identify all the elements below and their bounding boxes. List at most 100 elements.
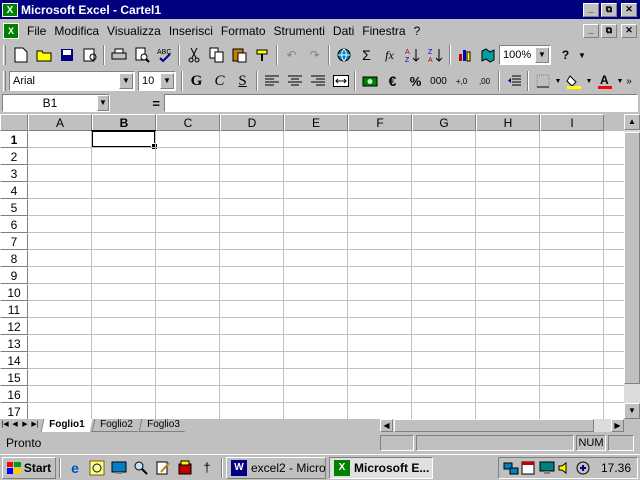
menu-modifica[interactable]: Modifica bbox=[50, 24, 103, 38]
edit-formula-button[interactable]: = bbox=[110, 96, 164, 111]
spellcheck-icon[interactable]: ABC bbox=[153, 44, 176, 66]
first-sheet-icon[interactable]: |◀ bbox=[0, 420, 10, 432]
cell-area[interactable] bbox=[28, 130, 624, 419]
chevron-down-icon[interactable]: ▼ bbox=[119, 73, 133, 89]
row-header[interactable]: 6 bbox=[0, 216, 28, 233]
paste-icon[interactable] bbox=[228, 44, 251, 66]
column-header[interactable]: B bbox=[92, 114, 156, 131]
menu-formato[interactable]: Formato bbox=[217, 24, 270, 38]
row-header[interactable]: 13 bbox=[0, 335, 28, 352]
scroll-left-icon[interactable]: ◀ bbox=[380, 419, 393, 432]
row-header[interactable]: 3 bbox=[0, 165, 28, 182]
tab-foglio2[interactable]: Foglio2 bbox=[91, 419, 140, 432]
row-header[interactable]: 8 bbox=[0, 250, 28, 267]
font-combo[interactable]: Arial ▼ bbox=[9, 71, 135, 91]
autosum-icon[interactable]: Σ bbox=[355, 44, 378, 66]
column-header[interactable]: F bbox=[348, 114, 412, 131]
decrease-decimal-icon[interactable]: ,00 bbox=[473, 70, 496, 92]
chevron-down-icon[interactable]: ▼ bbox=[585, 70, 593, 92]
column-header[interactable]: A bbox=[28, 114, 92, 131]
doc-close-button[interactable]: ✕ bbox=[621, 23, 637, 38]
row-header[interactable]: 11 bbox=[0, 301, 28, 318]
row-header[interactable]: 15 bbox=[0, 369, 28, 386]
row-header[interactable]: 4 bbox=[0, 182, 28, 199]
column-header[interactable]: H bbox=[476, 114, 540, 131]
zoom-combo[interactable]: 100% ▼ bbox=[499, 45, 551, 65]
toolbar-grip[interactable] bbox=[3, 45, 6, 65]
align-right-icon[interactable] bbox=[306, 70, 329, 92]
sort-asc-icon[interactable]: AZ bbox=[401, 44, 424, 66]
open-icon[interactable] bbox=[32, 44, 55, 66]
pen-icon[interactable]: † bbox=[196, 457, 218, 479]
scroll-up-icon[interactable]: ▲ bbox=[624, 114, 640, 130]
decrease-indent-icon[interactable] bbox=[502, 70, 525, 92]
restore-button[interactable]: ⧉ bbox=[601, 2, 617, 17]
redo-icon[interactable]: ↷ bbox=[303, 44, 326, 66]
row-header[interactable]: 7 bbox=[0, 233, 28, 250]
preview-icon[interactable] bbox=[130, 44, 153, 66]
scroll-right-icon[interactable]: ▶ bbox=[611, 419, 624, 432]
chevron-down-icon[interactable]: ▼ bbox=[97, 95, 109, 111]
media-icon[interactable] bbox=[174, 457, 196, 479]
format-painter-icon[interactable] bbox=[251, 44, 274, 66]
euro-icon[interactable]: € bbox=[381, 70, 404, 92]
row-header[interactable]: 9 bbox=[0, 267, 28, 284]
column-header[interactable]: E bbox=[284, 114, 348, 131]
menu-visualizza[interactable]: Visualizza bbox=[103, 24, 165, 38]
currency-icon[interactable] bbox=[358, 70, 381, 92]
active-cell[interactable] bbox=[91, 130, 158, 150]
row-header[interactable]: 1 bbox=[0, 131, 28, 148]
toolbar-more-icon[interactable]: ▼ bbox=[577, 44, 587, 66]
fill-color-icon[interactable] bbox=[562, 70, 585, 92]
cut-icon[interactable] bbox=[182, 44, 205, 66]
align-left-icon[interactable] bbox=[260, 70, 283, 92]
column-header[interactable]: G bbox=[412, 114, 476, 131]
menu-strumenti[interactable]: Strumenti bbox=[270, 24, 329, 38]
start-button[interactable]: Start bbox=[2, 456, 56, 479]
chevron-down-icon[interactable]: ▼ bbox=[554, 70, 562, 92]
desktop-icon[interactable] bbox=[108, 457, 130, 479]
row-header[interactable]: 2 bbox=[0, 148, 28, 165]
taskbar-item-word[interactable]: W excel2 - Micro... bbox=[226, 456, 326, 479]
last-sheet-icon[interactable]: ▶| bbox=[30, 420, 40, 432]
column-header[interactable]: I bbox=[540, 114, 604, 131]
task-scheduler-icon[interactable] bbox=[521, 460, 537, 476]
row-header[interactable]: 12 bbox=[0, 318, 28, 335]
formula-input[interactable] bbox=[164, 94, 638, 112]
menu-inserisci[interactable]: Inserisci bbox=[165, 24, 217, 38]
row-header[interactable]: 16 bbox=[0, 386, 28, 403]
volume-icon[interactable] bbox=[557, 460, 573, 476]
scroll-down-icon[interactable]: ▼ bbox=[624, 403, 640, 419]
minimize-button[interactable]: _ bbox=[583, 2, 599, 17]
row-header[interactable]: 14 bbox=[0, 352, 28, 369]
undo-icon[interactable]: ↶ bbox=[280, 44, 303, 66]
menu-dati[interactable]: Dati bbox=[329, 24, 358, 38]
doc-restore-button[interactable]: ⧉ bbox=[601, 23, 617, 38]
font-color-icon[interactable]: A bbox=[593, 70, 616, 92]
prev-sheet-icon[interactable]: ◀ bbox=[10, 420, 20, 432]
chevron-down-icon[interactable]: ▼ bbox=[160, 73, 174, 89]
vertical-scrollbar[interactable]: ▲ ▼ bbox=[624, 114, 640, 419]
italic-button[interactable]: C bbox=[208, 70, 231, 92]
row-header[interactable]: 5 bbox=[0, 199, 28, 216]
horizontal-scroll-thumb[interactable] bbox=[394, 419, 594, 432]
print-preview-icon[interactable] bbox=[78, 44, 101, 66]
map-icon[interactable] bbox=[476, 44, 499, 66]
outlook-icon[interactable] bbox=[86, 457, 108, 479]
chevron-down-icon[interactable]: ▼ bbox=[535, 47, 549, 63]
select-all-corner[interactable] bbox=[0, 114, 28, 131]
new-icon[interactable] bbox=[9, 44, 32, 66]
row-header[interactable]: 10 bbox=[0, 284, 28, 301]
thousands-icon[interactable]: 000 bbox=[427, 70, 450, 92]
excel-app-icon[interactable]: X bbox=[2, 2, 18, 17]
menu-help[interactable]: ? bbox=[410, 24, 425, 38]
column-header[interactable]: C bbox=[156, 114, 220, 131]
column-header[interactable]: D bbox=[220, 114, 284, 131]
borders-icon[interactable] bbox=[531, 70, 554, 92]
notepad-icon[interactable] bbox=[152, 457, 174, 479]
save-icon[interactable] bbox=[55, 44, 78, 66]
doc-minimize-button[interactable]: _ bbox=[583, 23, 599, 38]
copy-icon[interactable] bbox=[205, 44, 228, 66]
chevron-down-icon[interactable]: ▼ bbox=[616, 70, 624, 92]
underline-button[interactable]: S bbox=[231, 70, 254, 92]
